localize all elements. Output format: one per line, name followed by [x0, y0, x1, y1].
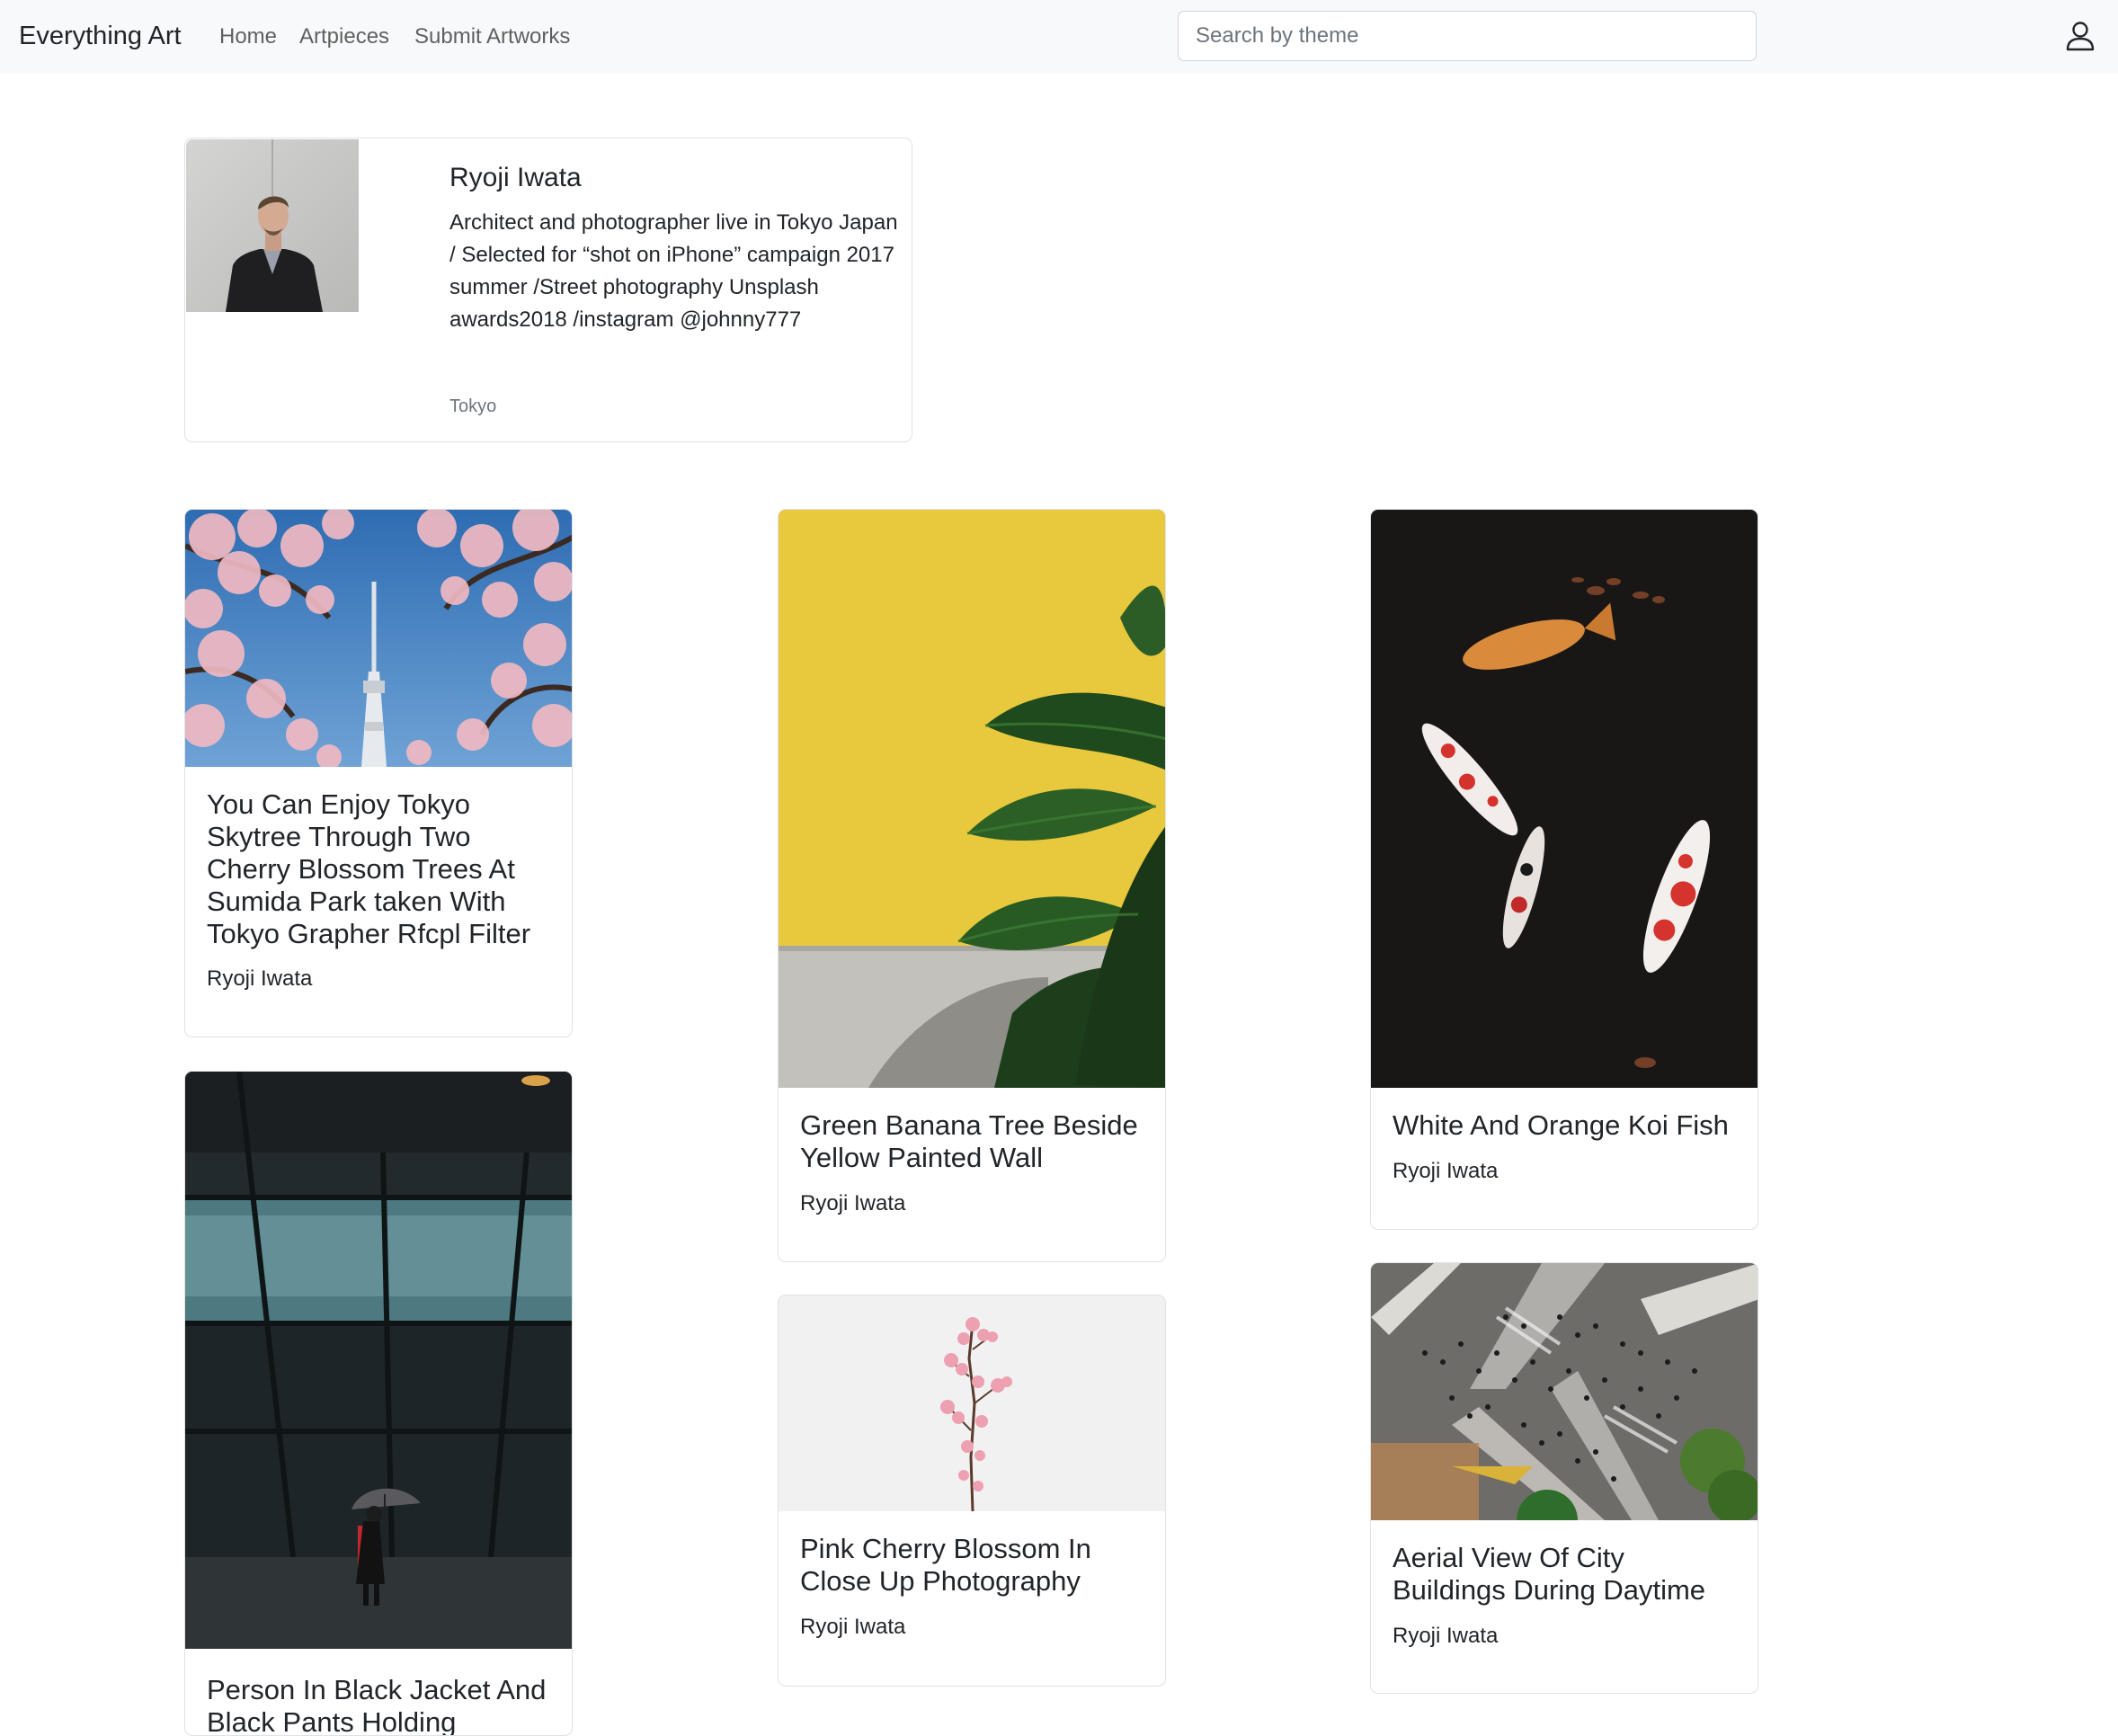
nav-link-artpieces[interactable]: Artpieces [299, 24, 389, 49]
artwork-author: Ryoji Iwata [800, 1615, 906, 1639]
artwork-card[interactable]: Pink Cherry Blossom In Close Up Photogra… [778, 1295, 1166, 1687]
artwork-card[interactable]: You Can Enjoy Tokyo Skytree Through Two … [184, 509, 573, 1037]
brand-logo[interactable]: Everything Art [19, 22, 182, 51]
artwork-title[interactable]: You Can Enjoy Tokyo Skytree Through Two … [207, 788, 557, 950]
artwork-card[interactable]: Aerial View Of City Buildings During Day… [1370, 1262, 1758, 1694]
nav-link-home[interactable]: Home [219, 24, 277, 49]
artwork-author: Ryoji Iwata [1393, 1624, 1499, 1648]
artwork-image [185, 1072, 572, 1649]
artwork-title[interactable]: Green Banana Tree Beside Yellow Painted … [800, 1109, 1151, 1174]
artwork-image [185, 510, 572, 767]
artist-location: Tokyo [449, 396, 497, 416]
artwork-title[interactable]: Pink Cherry Blossom In Close Up Photogra… [800, 1533, 1151, 1598]
artwork-author: Ryoji Iwata [207, 966, 313, 991]
search-input[interactable] [1178, 11, 1757, 61]
artwork-author: Ryoji Iwata [800, 1191, 906, 1215]
artist-profile-card: Ryoji Iwata Architect and photographer l… [184, 138, 912, 442]
artwork-title[interactable]: Person In Black Jacket And Black Pants H… [207, 1674, 557, 1735]
top-navbar: Everything Art Home Artpieces Submit Art… [0, 0, 2118, 74]
artwork-title[interactable]: Aerial View Of City Buildings During Day… [1393, 1542, 1743, 1607]
artwork-author: Ryoji Iwata [1393, 1159, 1499, 1183]
artwork-card[interactable]: Person In Black Jacket And Black Pants H… [184, 1071, 573, 1736]
artwork-image [1371, 1263, 1758, 1520]
artwork-title[interactable]: White And Orange Koi Fish [1393, 1109, 1743, 1142]
artwork-image [779, 1295, 1165, 1511]
nav-link-submit-artworks[interactable]: Submit Artworks [414, 24, 570, 49]
user-icon[interactable] [2064, 20, 2096, 52]
artwork-image [1371, 510, 1758, 1088]
artwork-card[interactable]: White And Orange Koi Fish Ryoji Iwata [1370, 509, 1758, 1230]
artwork-card[interactable]: Green Banana Tree Beside Yellow Painted … [778, 509, 1166, 1262]
artist-bio: Architect and photographer live in Tokyo… [449, 210, 898, 332]
artwork-image [779, 510, 1165, 1088]
artist-name: Ryoji Iwata [449, 163, 582, 192]
artist-avatar [186, 139, 359, 312]
